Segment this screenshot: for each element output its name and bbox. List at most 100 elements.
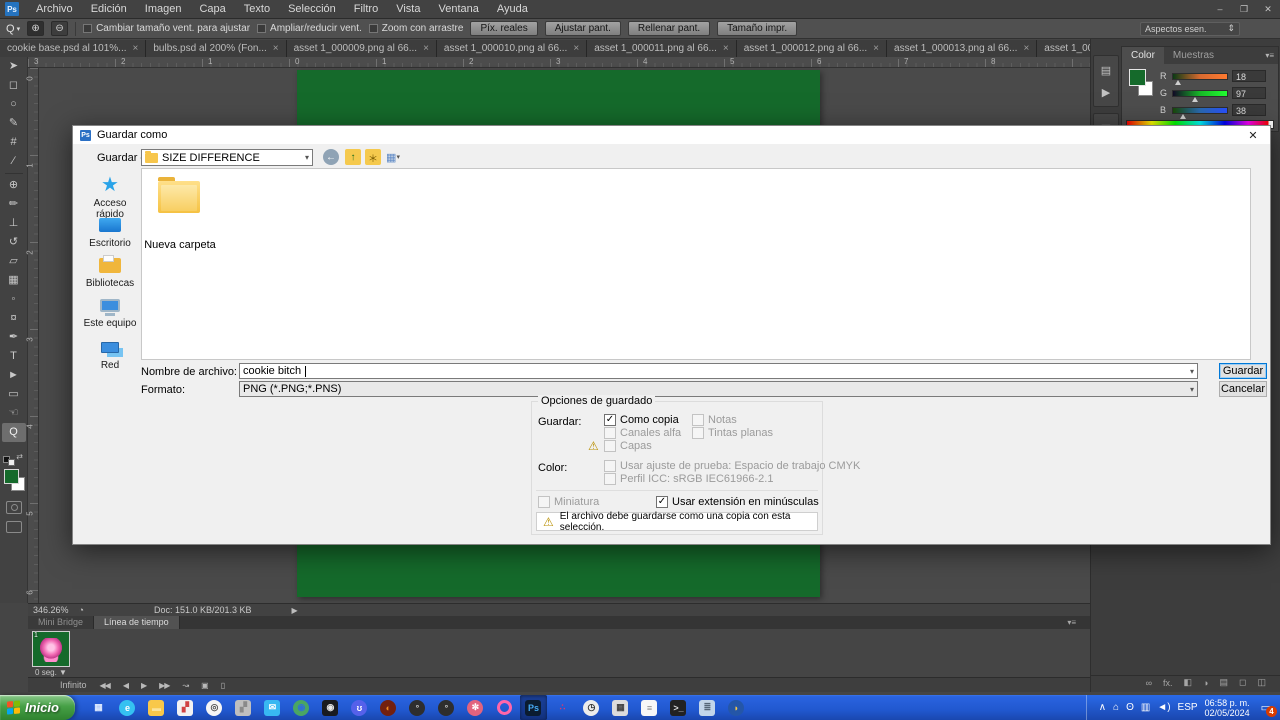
place-escritorio[interactable]: Escritorio <box>81 214 139 249</box>
taskbar-icon-calculator[interactable]: ▦ <box>607 695 634 720</box>
first-frame-icon[interactable]: ◀◀ <box>100 681 111 690</box>
taskbar-icon-clock-app[interactable]: ◷ <box>578 695 605 720</box>
close-tab-icon[interactable]: × <box>273 43 279 54</box>
proof-setup-checkbox[interactable]: Usar ajuste de prueba: Espacio de trabaj… <box>604 460 860 472</box>
hand-tool[interactable]: ☜ <box>2 404 26 423</box>
tab-color[interactable]: Color <box>1122 47 1164 64</box>
path-selection-tool[interactable]: ► <box>2 366 26 385</box>
delete-frame-icon[interactable]: ▯ <box>221 681 226 690</box>
taskbar-icon-task-view[interactable]: ▦ <box>85 695 112 720</box>
actions-panel-icon[interactable]: ▶ <box>1094 81 1118 103</box>
tab-asset-000011[interactable]: asset 1_000011.png al 66... × <box>587 40 737 57</box>
zoom-tool-selected[interactable]: Q <box>1 423 26 442</box>
type-tool[interactable]: T <box>2 347 26 366</box>
screen-mode-icon[interactable] <box>6 521 22 533</box>
microphone-icon[interactable]: ʘ <box>1126 702 1134 713</box>
taskbar-icon-discord[interactable]: ʊ <box>346 695 373 720</box>
red-slider[interactable] <box>1172 72 1228 85</box>
chevron-up-icon[interactable]: ∧ <box>1099 702 1106 713</box>
previous-frame-icon[interactable]: ◀ <box>123 681 129 690</box>
close-tab-icon[interactable]: × <box>423 43 429 54</box>
loop-selector[interactable]: Infinito <box>60 680 87 690</box>
menu-ventana[interactable]: Ventana <box>429 0 487 19</box>
quick-selection-tool[interactable]: ✎ <box>2 114 26 133</box>
tab-linea-de-tiempo[interactable]: Línea de tiempo <box>94 616 180 629</box>
icc-profile-checkbox[interactable]: Perfil ICC: sRGB IEC61966-2.1 <box>604 473 773 485</box>
back-icon[interactable]: ← <box>323 149 339 165</box>
tab-asset-000014[interactable]: asset 1_000014.png al 66...× <box>1037 40 1090 57</box>
tab-asset-000012[interactable]: asset 1_000012.png al 66... × <box>736 40 888 57</box>
save-button[interactable]: Guardar <box>1219 363 1267 379</box>
lasso-tool[interactable]: ○ <box>2 95 26 114</box>
menu-edicion[interactable]: Edición <box>82 0 136 19</box>
zoom-in-button[interactable]: ⊕ <box>27 21 45 36</box>
dialog-close-icon[interactable]: ✕ <box>1243 129 1263 142</box>
green-value[interactable]: 97 <box>1232 87 1266 99</box>
folder-item-nueva-carpeta[interactable]: Nueva carpeta <box>142 239 218 251</box>
scrubby-zoom-checkbox[interactable]: Zoom con arrastre <box>368 23 463 34</box>
notifications-icon[interactable]: ▭ 4 <box>1261 701 1277 717</box>
actual-pixels-button[interactable]: Píx. reales <box>470 21 538 36</box>
start-button[interactable]: Inicio <box>0 695 75 720</box>
history-panel-icon[interactable]: ▤ <box>1094 59 1118 81</box>
close-tab-icon[interactable]: × <box>133 43 139 54</box>
panel-menu-icon[interactable]: ▾≡ <box>1265 51 1278 60</box>
format-select[interactable]: PNG (*.PNG;*.PNS) ▾ <box>239 381 1198 397</box>
lowercase-extension-checkbox[interactable]: ✓ Usar extensión en minúsculas <box>656 496 819 508</box>
status-menu-icon[interactable]: ▶ <box>292 606 298 615</box>
menu-archivo[interactable]: Archivo <box>27 0 82 19</box>
tween-icon[interactable]: ↝ <box>182 681 189 690</box>
taskbar-icon-notes[interactable]: ≣ <box>694 695 721 720</box>
workspace-selector[interactable]: Aspectos esen. ⇕ <box>1140 21 1240 36</box>
new-group-icon[interactable]: ▤ <box>1219 677 1228 688</box>
minimize-button[interactable]: – <box>1208 0 1232 19</box>
eyedropper-tool[interactable]: ∕ <box>2 152 26 171</box>
folder-icon[interactable] <box>158 177 200 213</box>
taskbar-icon-chrome[interactable]: ◉ <box>288 695 315 720</box>
tab-asset-000013[interactable]: asset 1_000013.png al 66... × <box>887 40 1038 57</box>
taskbar-icon-share[interactable]: ∴ <box>549 695 576 720</box>
taskbar-icon-pie[interactable]: ◗ <box>723 695 750 720</box>
gradient-tool[interactable]: ▦ <box>2 271 26 290</box>
save-in-combobox[interactable]: SIZE DIFFERENCE ▾ <box>141 149 313 166</box>
menu-seleccion[interactable]: Selección <box>279 0 345 19</box>
volume-icon[interactable]: ◄) <box>1157 702 1170 713</box>
red-value[interactable]: 18 <box>1232 70 1266 82</box>
adjustment-layer-icon[interactable]: ◑ <box>1203 678 1208 688</box>
foreground-color-swatch[interactable] <box>4 469 19 484</box>
layers-checkbox[interactable]: Capas <box>604 440 652 452</box>
frame-duration[interactable]: 0 seg. ▼ <box>30 668 72 677</box>
tab-mini-bridge[interactable]: Mini Bridge <box>28 616 95 629</box>
menu-imagen[interactable]: Imagen <box>136 0 191 19</box>
tray-app-icon[interactable]: ⌂ <box>1113 702 1119 713</box>
link-layers-icon[interactable]: ∞ <box>1146 678 1152 688</box>
taskbar-icon-edge[interactable]: e <box>114 695 141 720</box>
zoom-tool-icon[interactable]: Q ▾ <box>6 23 20 35</box>
menu-capa[interactable]: Capa <box>190 0 234 19</box>
restore-button[interactable]: ❐ <box>1232 0 1256 19</box>
layer-mask-icon[interactable]: ◧ <box>1184 677 1193 688</box>
panel-menu-icon[interactable]: ▾≡ <box>1067 616 1076 629</box>
taskbar-icon-photoshop-active[interactable]: Ps <box>519 695 547 720</box>
taskbar-icon-lock-2[interactable]: ° <box>433 695 460 720</box>
fill-screen-button[interactable]: Rellenar pant. <box>627 21 711 36</box>
taskbar-icon-firefox[interactable]: ◐ <box>375 695 402 720</box>
default-swap-colors-icon[interactable]: ⇄ <box>3 452 23 466</box>
taskbar-icon-camera[interactable]: ◎ <box>201 695 228 720</box>
taskbar-icon-mail[interactable]: ✉ <box>259 695 286 720</box>
tab-muestras[interactable]: Muestras <box>1164 47 1223 64</box>
zoom-all-windows-checkbox[interactable]: Ampliar/reducir vent. <box>257 23 362 34</box>
green-slider[interactable] <box>1172 89 1228 102</box>
thumbnail-checkbox[interactable]: Miniatura <box>538 496 599 508</box>
views-menu-icon[interactable]: ▦ ▾ <box>385 149 401 165</box>
taskbar-icon-obs[interactable]: ◉ <box>317 695 344 720</box>
layer-effects-icon[interactable]: fx. <box>1163 678 1173 688</box>
marquee-tool[interactable]: ◻ <box>2 76 26 95</box>
play-icon[interactable]: ▶ <box>141 681 147 690</box>
place-red[interactable]: Red <box>81 336 139 371</box>
place-este-equipo[interactable]: Este equipo <box>81 294 139 329</box>
filename-input[interactable]: cookie bitch ▾ <box>239 363 1198 379</box>
taskbar-icon-osu[interactable]: o <box>491 695 518 720</box>
foreground-color-swatch[interactable] <box>1129 69 1146 86</box>
close-tab-icon[interactable]: × <box>873 43 879 54</box>
